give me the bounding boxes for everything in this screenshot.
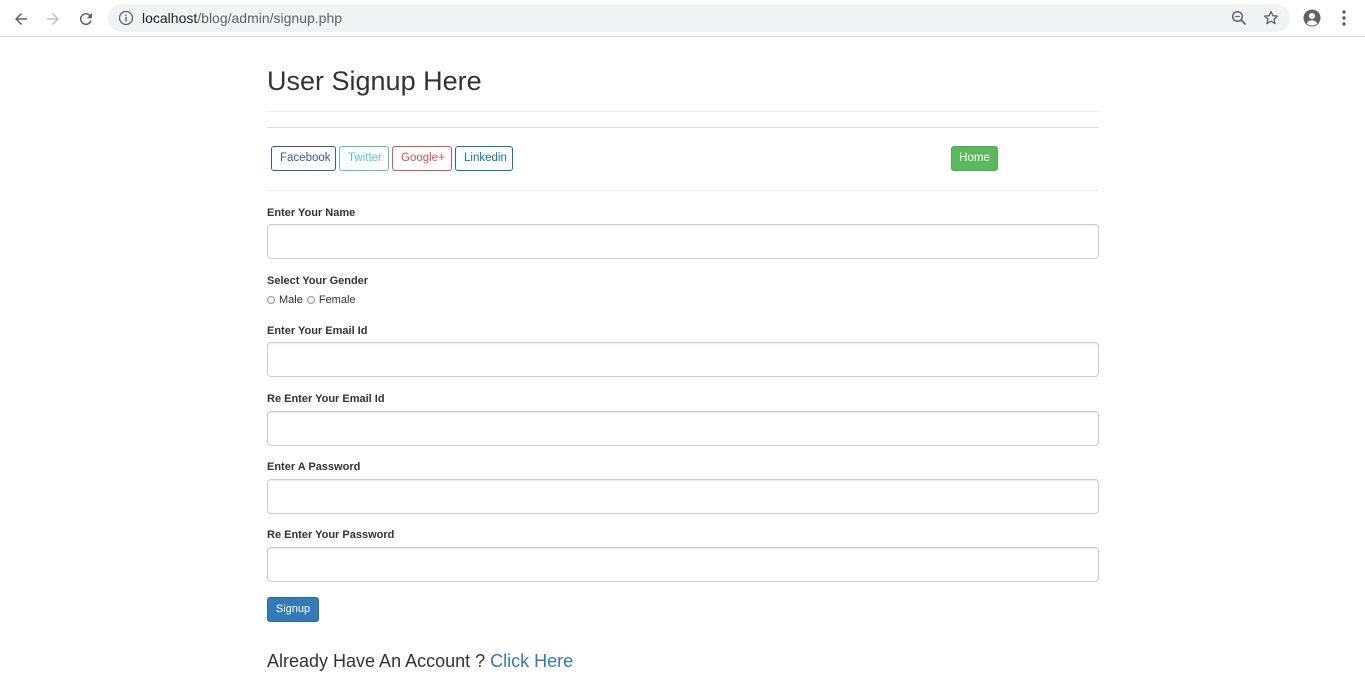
google-plus-button[interactable]: Google+ [392,146,452,171]
forward-button[interactable] [40,6,66,32]
female-radio[interactable] [306,296,315,304]
url-text[interactable]: localhost/blog/admin/signup.php [142,10,342,26]
name-label: Enter Your Name [267,207,356,219]
male-radio-label[interactable]: Male [279,294,303,306]
back-button[interactable] [8,6,34,32]
email-label: Enter Your Email Id [267,325,368,337]
divider [267,111,1099,112]
login-prompt: Already Have An Account ? Click Here [267,650,573,672]
reload-button[interactable] [73,6,99,32]
twitter-button[interactable]: Twitter [339,146,389,171]
bookmark-star-icon[interactable] [1263,10,1279,26]
confirm-email-input[interactable] [267,411,1099,446]
name-input[interactable] [267,224,1099,259]
facebook-button[interactable]: Facebook [271,146,336,171]
arrow-left-icon [15,13,27,25]
confirm-email-label: Re Enter Your Email Id [267,393,385,405]
female-radio-label[interactable]: Female [319,294,356,306]
login-prompt-text: Already Have An Account ? [267,651,486,671]
email-input[interactable] [267,342,1099,377]
menu-dots-icon[interactable] [1335,9,1353,27]
address-bar[interactable]: localhost/blog/admin/signup.php [108,4,1290,32]
info-icon[interactable] [118,10,134,26]
divider [267,190,1099,191]
browser-toolbar: localhost/blog/admin/signup.php [0,0,1365,37]
home-button[interactable]: Home [951,146,998,171]
page-title: User Signup Here [267,66,482,96]
male-radio[interactable] [267,296,275,304]
arrow-right-icon [47,13,59,25]
reload-icon [79,13,92,26]
confirm-password-input[interactable] [267,547,1099,582]
signup-button[interactable]: Signup [267,597,319,622]
password-input[interactable] [267,479,1099,514]
zoom-icon[interactable] [1231,10,1247,26]
linkedin-button[interactable]: Linkedin [455,146,513,171]
confirm-password-label: Re Enter Your Password [267,529,395,541]
divider [267,127,1099,128]
login-link[interactable]: Click Here [490,651,573,671]
account-icon[interactable] [1303,9,1321,27]
password-label: Enter A Password [267,461,361,473]
gender-radio-group: Male Female [267,294,360,306]
gender-label: Select Your Gender [267,275,369,287]
